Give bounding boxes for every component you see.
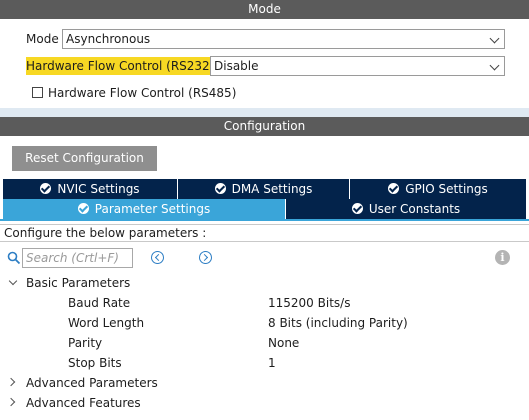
tab-label: DMA Settings xyxy=(231,182,313,196)
chevron-down-icon xyxy=(489,60,500,71)
tree-group-advanced-features[interactable]: Advanced Features xyxy=(26,393,141,413)
search-icon xyxy=(7,251,21,265)
chevron-down-icon[interactable] xyxy=(8,276,18,286)
tabs-underline xyxy=(0,219,529,221)
previous-result-button[interactable] xyxy=(151,251,164,264)
tab-label: NVIC Settings xyxy=(57,182,140,196)
param-value[interactable]: 115200 Bits/s xyxy=(268,293,350,313)
tab-gpio-settings[interactable]: GPIO Settings xyxy=(350,179,526,199)
tree-group-basic-parameters[interactable]: Basic Parameters xyxy=(26,273,130,293)
tab-nvic-settings[interactable]: NVIC Settings xyxy=(3,179,177,199)
check-circle-icon xyxy=(351,203,363,214)
param-name: Parity xyxy=(68,336,103,350)
param-name: Baud Rate xyxy=(68,296,131,310)
chevron-right-icon[interactable] xyxy=(6,397,16,407)
check-circle-icon xyxy=(77,203,89,214)
chevron-down-icon xyxy=(489,33,500,44)
mode-select-value: Asynchronous xyxy=(66,32,151,46)
param-name: Stop Bits xyxy=(68,356,122,370)
check-circle-icon xyxy=(214,183,226,194)
tab-label: User Constants xyxy=(368,202,461,216)
tab-user-constants[interactable]: User Constants xyxy=(286,199,526,219)
chevron-right-icon[interactable] xyxy=(6,377,16,387)
search-input[interactable]: Search (Crtl+F) xyxy=(22,248,133,268)
mode-label: Mode xyxy=(26,32,59,46)
section-separator xyxy=(0,108,529,117)
hw-flow-label: Hardware Flow Control (RS232) xyxy=(26,57,217,75)
tab-parameter-settings[interactable]: Parameter Settings xyxy=(3,199,285,219)
check-circle-icon xyxy=(40,183,52,194)
param-value[interactable]: None xyxy=(268,333,299,353)
check-circle-icon xyxy=(388,183,400,194)
configuration-section-header: Configuration xyxy=(0,117,529,136)
mode-select[interactable]: Asynchronous xyxy=(62,29,505,49)
param-value[interactable]: 1 xyxy=(268,353,276,373)
tab-label: GPIO Settings xyxy=(405,182,488,196)
tab-dma-settings[interactable]: DMA Settings xyxy=(178,179,349,199)
rs485-label: Hardware Flow Control (RS485) xyxy=(48,86,237,100)
configure-info-text: Configure the below parameters : xyxy=(0,224,529,242)
param-name: Word Length xyxy=(68,316,145,330)
tree-group-advanced-parameters[interactable]: Advanced Parameters xyxy=(26,373,158,393)
param-value[interactable]: 8 Bits (including Parity) xyxy=(268,313,408,333)
hw-flow-select[interactable]: Disable xyxy=(210,56,505,76)
reset-configuration-button[interactable]: Reset Configuration xyxy=(12,146,157,171)
info-icon[interactable]: i xyxy=(495,250,510,265)
rs485-checkbox[interactable] xyxy=(32,87,43,98)
tab-label: Parameter Settings xyxy=(94,202,211,216)
mode-section-header: Mode xyxy=(0,0,529,19)
hw-flow-select-value: Disable xyxy=(214,59,259,73)
next-result-button[interactable] xyxy=(199,251,212,264)
